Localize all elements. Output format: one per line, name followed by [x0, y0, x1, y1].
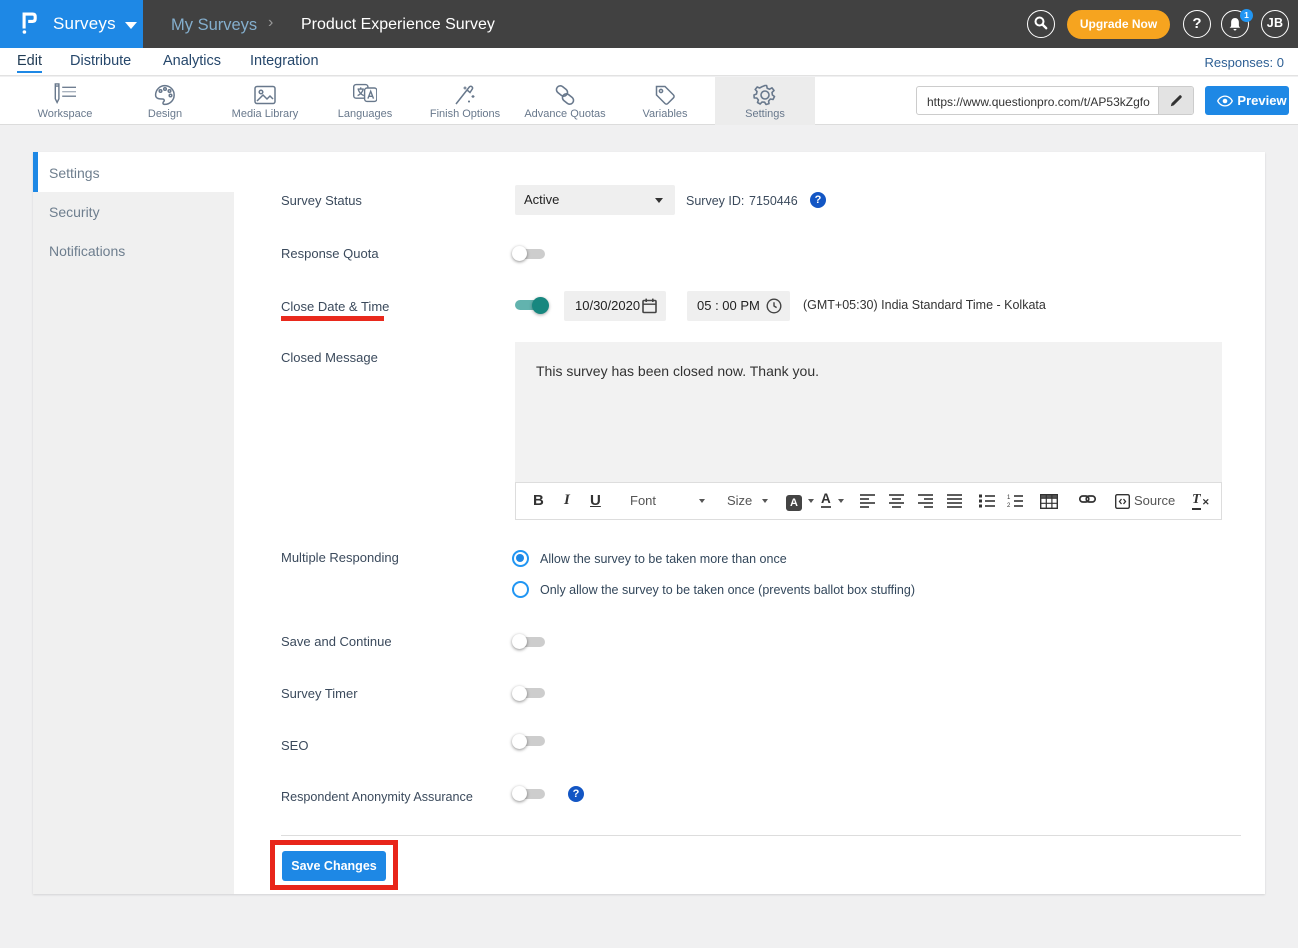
svg-text:1: 1	[1007, 495, 1011, 501]
svg-text:2: 2	[1007, 503, 1011, 508]
